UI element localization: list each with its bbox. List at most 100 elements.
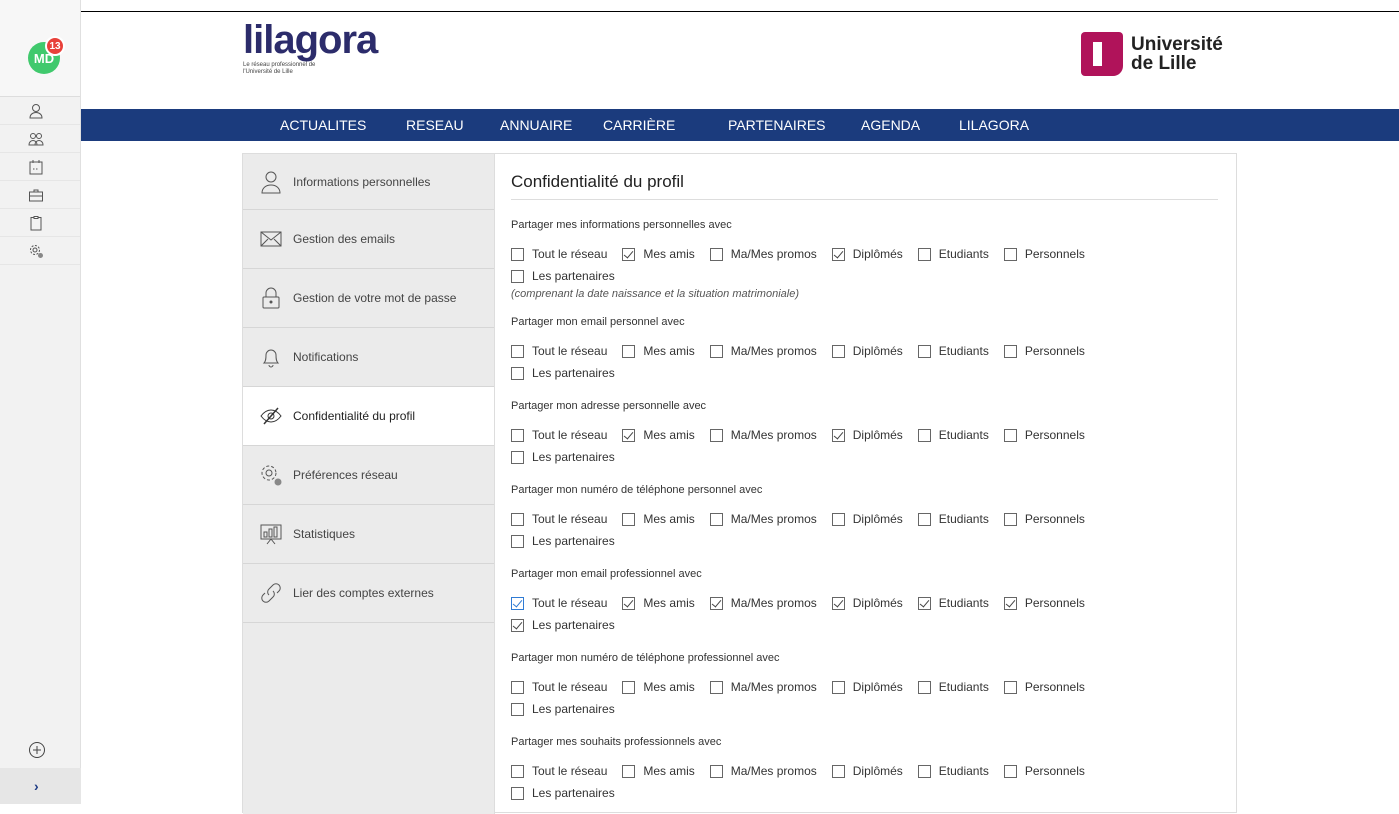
share-checkbox[interactable]	[622, 680, 636, 694]
share-checkbox[interactable]	[831, 344, 845, 358]
nav-annuaire[interactable]: ANNUAIRE	[500, 117, 572, 133]
share-option[interactable]: Mes amis	[622, 340, 695, 362]
share-checkbox[interactable]	[1003, 596, 1017, 610]
sidebar-item-notifications[interactable]: Notifications	[243, 328, 494, 387]
share-option[interactable]: Ma/Mes promos	[709, 340, 817, 362]
sidebar-item-preferences[interactable]: Préférences réseau	[243, 446, 494, 505]
share-checkbox[interactable]	[917, 680, 931, 694]
share-option[interactable]: Les partenaires	[511, 362, 1136, 384]
sidebar-item-confidentialite[interactable]: Confidentialité du profil	[243, 387, 494, 446]
share-option[interactable]: Mes amis	[622, 676, 695, 698]
share-checkbox[interactable]	[511, 344, 524, 358]
share-option[interactable]: Tout le réseau	[511, 592, 607, 614]
share-checkbox[interactable]	[917, 247, 931, 261]
share-checkbox[interactable]	[511, 534, 524, 548]
lilagora-logo[interactable]: lilagora Le réseau professionnel de l'Un…	[243, 20, 378, 76]
share-option[interactable]: Etudiants	[917, 592, 989, 614]
share-checkbox[interactable]	[709, 680, 723, 694]
share-checkbox[interactable]	[709, 512, 723, 526]
share-option[interactable]: Tout le réseau	[511, 508, 607, 530]
share-option[interactable]: Tout le réseau	[511, 340, 607, 362]
share-option[interactable]: Mes amis	[622, 424, 695, 446]
share-option[interactable]: Etudiants	[917, 676, 989, 698]
share-option[interactable]: Tout le réseau	[511, 760, 607, 782]
share-option[interactable]: Tout le réseau	[511, 424, 607, 446]
nav-actualites[interactable]: ACTUALITES	[280, 117, 366, 133]
share-checkbox[interactable]	[622, 596, 636, 610]
share-checkbox[interactable]	[917, 764, 931, 778]
share-checkbox[interactable]	[511, 450, 524, 464]
sidebar-item-informations[interactable]: Informations personnelles	[243, 154, 494, 210]
rail-settings-button[interactable]	[0, 237, 80, 265]
share-checkbox[interactable]	[1003, 512, 1017, 526]
share-option[interactable]: Personnels	[1003, 760, 1085, 782]
share-option[interactable]: Etudiants	[917, 340, 989, 362]
share-option[interactable]: Ma/Mes promos	[709, 676, 817, 698]
share-option[interactable]: Diplômés	[831, 592, 903, 614]
share-option[interactable]: Les partenaires	[511, 614, 1136, 636]
share-checkbox[interactable]	[1003, 344, 1017, 358]
nav-partenaires[interactable]: PARTENAIRES	[728, 117, 826, 133]
share-option[interactable]: Ma/Mes promos	[709, 592, 817, 614]
rail-profile-button[interactable]	[0, 97, 80, 125]
share-checkbox[interactable]	[1003, 428, 1017, 442]
sidebar-item-password[interactable]: Gestion de votre mot de passe	[243, 269, 494, 328]
share-checkbox[interactable]	[831, 764, 845, 778]
share-checkbox[interactable]	[831, 247, 845, 261]
nav-reseau[interactable]: RESEAU	[406, 117, 464, 133]
share-checkbox[interactable]	[831, 680, 845, 694]
share-option[interactable]: Les partenaires	[511, 446, 1136, 468]
share-checkbox[interactable]	[511, 702, 524, 716]
sidebar-item-comptes-externes[interactable]: Lier des comptes externes	[243, 564, 494, 623]
share-option[interactable]: Etudiants	[917, 760, 989, 782]
rail-clipboard-button[interactable]	[0, 209, 80, 237]
share-option[interactable]: Personnels	[1003, 592, 1085, 614]
share-checkbox[interactable]	[709, 596, 723, 610]
share-option[interactable]: Mes amis	[622, 508, 695, 530]
share-checkbox[interactable]	[709, 428, 723, 442]
share-checkbox[interactable]	[511, 247, 524, 261]
share-checkbox[interactable]	[511, 680, 524, 694]
share-option[interactable]: Diplômés	[831, 424, 903, 446]
rail-network-button[interactable]	[0, 125, 80, 153]
share-checkbox[interactable]	[622, 512, 636, 526]
share-checkbox[interactable]	[917, 596, 931, 610]
share-checkbox[interactable]	[622, 344, 636, 358]
share-checkbox[interactable]	[1003, 764, 1017, 778]
nav-agenda[interactable]: AGENDA	[861, 117, 920, 133]
share-option[interactable]: Personnels	[1003, 424, 1085, 446]
share-option[interactable]: Diplômés	[831, 676, 903, 698]
share-checkbox[interactable]	[511, 366, 524, 380]
rail-expand-button[interactable]: ›	[0, 768, 81, 804]
share-checkbox[interactable]	[622, 764, 636, 778]
share-option[interactable]: Mes amis	[622, 243, 695, 265]
share-option[interactable]: Ma/Mes promos	[709, 508, 817, 530]
notification-badge[interactable]: 13	[45, 36, 65, 56]
share-checkbox[interactable]	[622, 428, 636, 442]
share-checkbox[interactable]	[709, 764, 723, 778]
universite-lille-logo[interactable]: Université de Lille	[1081, 32, 1223, 76]
share-option[interactable]: Tout le réseau	[511, 676, 607, 698]
share-option[interactable]: Diplômés	[831, 508, 903, 530]
share-option[interactable]: Personnels	[1003, 243, 1085, 265]
share-option[interactable]: Ma/Mes promos	[709, 424, 817, 446]
sidebar-item-statistiques[interactable]: Statistiques	[243, 505, 494, 564]
share-option[interactable]: Tout le réseau	[511, 243, 607, 265]
share-option[interactable]: Les partenaires	[511, 698, 1136, 720]
share-checkbox[interactable]	[831, 596, 845, 610]
share-checkbox[interactable]	[511, 269, 524, 283]
share-option[interactable]: Personnels	[1003, 340, 1085, 362]
share-option[interactable]: Diplômés	[831, 243, 903, 265]
share-option[interactable]: Ma/Mes promos	[709, 243, 817, 265]
nav-carriere[interactable]: CARRIÈRE	[603, 117, 675, 133]
share-option[interactable]: Diplômés	[831, 340, 903, 362]
share-option[interactable]: Personnels	[1003, 676, 1085, 698]
share-option[interactable]: Les partenaires	[511, 265, 1136, 287]
share-checkbox[interactable]	[511, 512, 524, 526]
rail-career-button[interactable]	[0, 181, 80, 209]
share-option[interactable]: Diplômés	[831, 760, 903, 782]
share-checkbox[interactable]	[511, 596, 524, 610]
share-checkbox[interactable]	[831, 428, 845, 442]
rail-add-button[interactable]	[0, 732, 81, 768]
share-option[interactable]: Etudiants	[917, 424, 989, 446]
